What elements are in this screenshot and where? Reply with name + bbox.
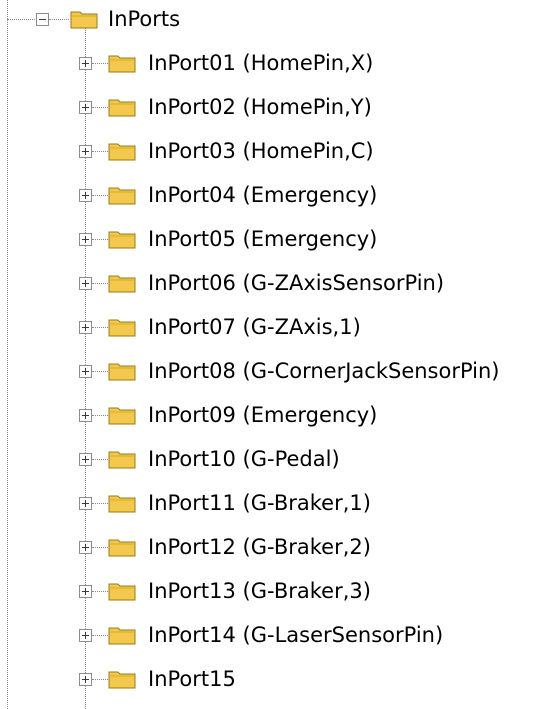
expand-icon[interactable] (79, 541, 92, 554)
folder-icon (108, 273, 136, 293)
expand-icon[interactable] (79, 233, 92, 246)
folder-icon (108, 141, 136, 161)
expand-icon[interactable] (79, 101, 92, 114)
tree-node-label: InPort05 (Emergency) (148, 227, 378, 251)
tree-node-label: InPort04 (Emergency) (148, 183, 378, 207)
tree-guide-line (92, 195, 108, 196)
tree-node-label: InPort11 (G-Braker,1) (148, 491, 371, 515)
folder-icon (108, 229, 136, 249)
tree-guide-line (92, 547, 108, 548)
tree-node-label: InPort02 (HomePin,Y) (148, 95, 372, 119)
tree-guide-line (49, 19, 69, 20)
folder-icon (108, 581, 136, 601)
expand-icon[interactable] (79, 145, 92, 158)
tree-node-label: InPorts (108, 7, 181, 31)
tree-guide-line (92, 591, 108, 592)
folder-icon (108, 53, 136, 73)
tree-node-label: InPort07 (G-ZAxis,1) (148, 315, 361, 339)
collapse-icon[interactable] (36, 13, 49, 26)
tree-guide-line (92, 107, 108, 108)
folder-icon (108, 361, 136, 381)
expand-icon[interactable] (79, 585, 92, 598)
tree-view: InPorts InPort01 (HomePin,X) InPort02 (Ho… (0, 0, 552, 709)
tree-guide-line (7, 19, 37, 20)
tree-guide-line (92, 371, 108, 372)
tree-guide-line (92, 283, 108, 284)
folder-icon (108, 625, 136, 645)
folder-icon (108, 97, 136, 117)
expand-icon[interactable] (79, 365, 92, 378)
folder-icon (108, 317, 136, 337)
tree-guide-line (92, 679, 108, 680)
folder-icon (108, 537, 136, 557)
folder-icon (70, 9, 98, 29)
tree-node-label: InPort14 (G-LaserSensorPin) (148, 623, 444, 647)
expand-icon[interactable] (79, 277, 92, 290)
expand-icon[interactable] (79, 629, 92, 642)
tree-guide-line (92, 415, 108, 416)
tree-node-label: InPort10 (G-Pedal) (148, 447, 340, 471)
folder-icon (108, 185, 136, 205)
tree-guide-line (92, 327, 108, 328)
expand-icon[interactable] (79, 453, 92, 466)
tree-node-label: InPort09 (Emergency) (148, 403, 378, 427)
expand-icon[interactable] (79, 57, 92, 70)
tree-guide-line (92, 63, 108, 64)
tree-guide-line (92, 635, 108, 636)
folder-icon (108, 493, 136, 513)
folder-icon (108, 669, 136, 689)
tree-node-label: InPort01 (HomePin,X) (148, 51, 374, 75)
expand-icon[interactable] (79, 189, 92, 202)
expand-icon[interactable] (79, 321, 92, 334)
tree-guide-line (7, 0, 8, 709)
expand-icon[interactable] (79, 497, 92, 510)
tree-guide-line (92, 239, 108, 240)
tree-guide-line (92, 151, 108, 152)
tree-guide-line (92, 503, 108, 504)
tree-node-label: InPort12 (G-Braker,2) (148, 535, 371, 559)
tree-guide-line (92, 459, 108, 460)
expand-icon[interactable] (79, 409, 92, 422)
folder-icon (108, 449, 136, 469)
tree-node-label: InPort06 (G-ZAxisSensorPin) (148, 271, 445, 295)
tree-node-label: InPort15 (148, 667, 236, 691)
folder-icon (108, 405, 136, 425)
tree-node-label: InPort08 (G-CornerJackSensorPin) (148, 359, 500, 383)
tree-node-label: InPort13 (G-Braker,3) (148, 579, 371, 603)
expand-icon[interactable] (79, 673, 92, 686)
tree-node-label: InPort03 (HomePin,C) (148, 139, 374, 163)
